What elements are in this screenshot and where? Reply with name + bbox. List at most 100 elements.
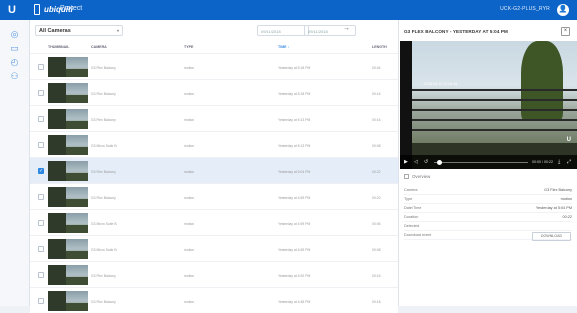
row-checkbox[interactable]: ✓ xyxy=(38,168,44,174)
row-checkbox[interactable] xyxy=(38,194,44,200)
row-length: 00:22 xyxy=(372,170,381,174)
row-length: 00:08 xyxy=(372,144,381,148)
video-frame-rail xyxy=(400,119,577,121)
row-checkbox[interactable] xyxy=(38,90,44,96)
row-type: motion xyxy=(184,196,195,200)
thumb-shade xyxy=(48,83,66,103)
seek-bar[interactable] xyxy=(434,162,528,163)
row-length: 00:20 xyxy=(372,196,381,200)
table-row[interactable]: G3 Flex Balcony motion Yesterday at 5:13 P… xyxy=(30,105,398,131)
thumb-ground xyxy=(66,277,88,285)
detail-row: Type motion xyxy=(404,195,572,204)
event-thumbnail[interactable] xyxy=(48,83,88,103)
dashboard-icon[interactable]: ◎ xyxy=(9,29,20,40)
seek-handle[interactable] xyxy=(437,160,442,165)
table-row[interactable]: G3 Micro Suite B motion Yesterday at 5:13 … xyxy=(30,131,398,157)
row-time: Yesterday at 4:59 PM xyxy=(278,222,311,226)
col-type[interactable]: TYPE xyxy=(184,45,193,49)
thumb-ground xyxy=(66,199,88,207)
table-row[interactable]: G3 Micro Suite B motion Yesterday at 4:59 … xyxy=(30,209,398,235)
camera-icon[interactable]: ▭ xyxy=(9,43,20,54)
table-row[interactable]: ✓ G3 Flex Balcony motion Yesterday at 5:04 … xyxy=(30,157,398,183)
row-checkbox[interactable] xyxy=(38,142,44,148)
row-camera: G3 Flex Balcony xyxy=(91,196,116,200)
play-icon[interactable]: ▶ xyxy=(404,159,408,165)
overview-checkbox[interactable] xyxy=(404,174,409,180)
fullscreen-icon[interactable]: ⤢ xyxy=(567,159,571,165)
row-type: motion xyxy=(184,144,195,148)
detail-key: Detected xyxy=(404,224,420,228)
thumb-shade xyxy=(48,109,66,129)
ubiquiti-logo[interactable]: U xyxy=(5,3,19,17)
row-type: motion xyxy=(184,248,195,252)
thumb-ground xyxy=(66,121,88,129)
video-frame-rail xyxy=(400,99,577,101)
user-avatar-icon[interactable]: 👤 xyxy=(557,4,569,16)
detail-value: 00:22 xyxy=(562,215,572,219)
table-row[interactable]: G3 Flex Balcony motion Yesterday at 4:59 P… xyxy=(30,183,398,209)
close-icon[interactable]: × xyxy=(561,27,570,36)
row-length: 00:16 xyxy=(372,274,381,278)
row-length: 00:16 xyxy=(372,92,381,96)
controller-name[interactable]: UCK-G2-PLUS_RYR xyxy=(500,6,550,12)
detail-key: Download event xyxy=(404,233,432,237)
event-thumbnail[interactable] xyxy=(48,265,88,285)
row-camera: G3 Micro Suite B xyxy=(91,222,117,226)
volume-icon[interactable]: ◁ xyxy=(414,159,418,165)
row-checkbox[interactable] xyxy=(38,64,44,70)
thumb-shade xyxy=(48,187,66,207)
table-row[interactable]: G3 Micro Suite B motion Yesterday at 4:59 … xyxy=(30,235,398,261)
col-time[interactable]: TIME ↓ xyxy=(278,45,289,49)
thumb-shade xyxy=(48,57,66,77)
overview-toggle[interactable]: Overview xyxy=(404,174,431,180)
event-thumbnail[interactable] xyxy=(48,213,88,233)
table-row[interactable]: G3 Flex Balcony motion Yesterday at 4:48 P… xyxy=(30,287,398,313)
row-camera: G3 Flex Balcony xyxy=(91,170,116,174)
col-camera[interactable]: CAMERA xyxy=(91,45,107,49)
detail-key: Camera xyxy=(404,188,418,192)
rewind-icon[interactable]: ↺ xyxy=(424,159,428,165)
camera-filter-select[interactable]: All Cameras ▾ xyxy=(35,25,123,36)
row-type: motion xyxy=(184,274,195,278)
row-checkbox[interactable] xyxy=(38,116,44,122)
date-to-input[interactable]: 09/11/2018 xyxy=(304,25,356,36)
download-icon[interactable]: ⤓ xyxy=(558,159,560,165)
date-from-input[interactable]: 09/11/2018 xyxy=(257,25,309,36)
row-type: motion xyxy=(184,118,195,122)
thumb-ground xyxy=(66,69,88,77)
detail-value: motion xyxy=(560,197,572,201)
event-thumbnail[interactable] xyxy=(48,109,88,129)
thumb-shade xyxy=(48,239,66,259)
thumb-ground xyxy=(66,173,88,181)
row-camera: G3 Flex Balcony xyxy=(91,274,116,278)
table-row[interactable]: G3 Flex Balcony motion Yesterday at 4:52 P… xyxy=(30,261,398,287)
overview-label: Overview xyxy=(412,174,431,179)
row-checkbox[interactable] xyxy=(38,220,44,226)
event-thumbnail[interactable] xyxy=(48,135,88,155)
video-frame-dark xyxy=(400,41,412,169)
event-thumbnail[interactable] xyxy=(48,161,88,181)
row-length: 00:18 xyxy=(372,300,381,304)
event-thumbnail[interactable] xyxy=(48,187,88,207)
detail-row: Detected xyxy=(404,222,572,231)
row-type: motion xyxy=(184,300,195,304)
user-icon[interactable]: ⚇ xyxy=(9,71,20,82)
event-thumbnail[interactable] xyxy=(48,291,88,311)
col-length[interactable]: LENGTH xyxy=(372,45,387,49)
event-thumbnail[interactable] xyxy=(48,239,88,259)
event-thumbnail[interactable] xyxy=(48,57,88,77)
sidebar: ◎ ▭ ◴ ⚇ xyxy=(0,20,30,306)
download-button[interactable]: DOWNLOAD xyxy=(532,232,571,241)
video-player[interactable]: 2018-09-10 17:04:48 U xyxy=(400,41,577,169)
row-length: 00:08 xyxy=(372,248,381,252)
row-checkbox[interactable] xyxy=(38,272,44,278)
clock-icon[interactable]: ◴ xyxy=(9,57,20,68)
row-checkbox[interactable] xyxy=(38,298,44,304)
row-checkbox[interactable] xyxy=(38,246,44,252)
table-row[interactable]: G3 Flex Balcony motion Yesterday at 5:18 P… xyxy=(30,79,398,105)
row-camera: G3 Flex Balcony xyxy=(91,66,116,70)
thumb-shade xyxy=(48,135,66,155)
row-length: 00:16 xyxy=(372,118,381,122)
table-row[interactable]: G3 Flex Balcony motion Yesterday at 5:18 P… xyxy=(30,53,398,79)
row-camera: G3 Flex Balcony xyxy=(91,118,116,122)
